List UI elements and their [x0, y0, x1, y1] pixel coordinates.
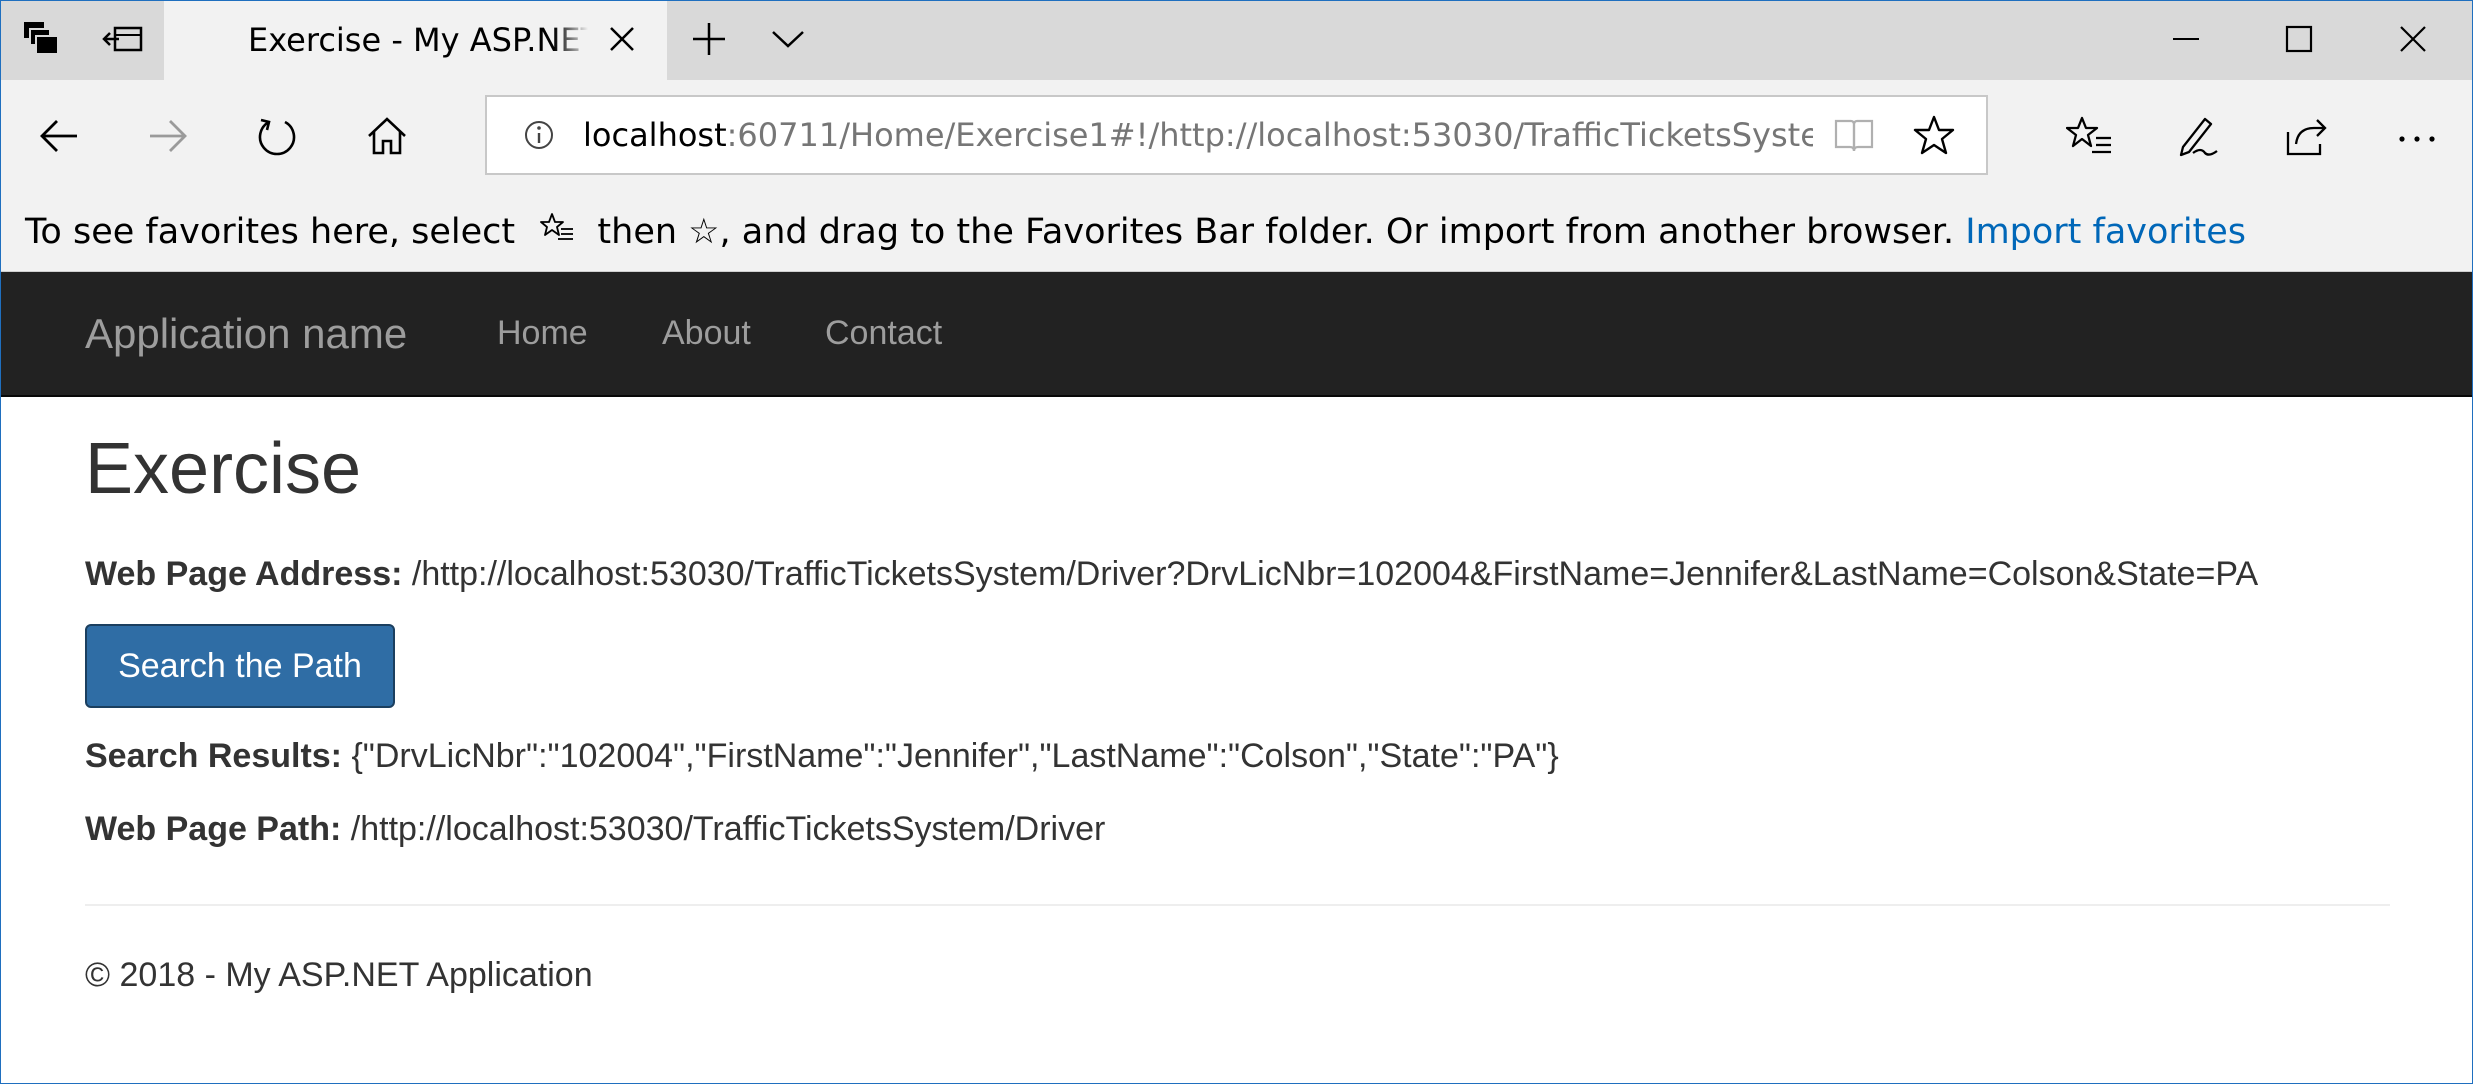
maximize-icon	[2284, 24, 2314, 58]
import-favorites-link[interactable]: Import favorites	[1965, 212, 2246, 252]
share-button[interactable]	[2277, 108, 2337, 168]
forward-icon	[146, 116, 190, 160]
home-icon	[365, 114, 409, 162]
tab-list-icon	[21, 19, 61, 63]
site-brand[interactable]: Application name	[85, 272, 407, 395]
refresh-button[interactable]	[247, 108, 307, 168]
url-path: :60711/Home/Exercise1#!/http://localhost…	[726, 116, 1813, 154]
web-page-path-label: Web Page Path:	[85, 810, 342, 848]
search-results-value: {"DrvLicNbr":"102004","FirstName":"Jenni…	[351, 737, 1559, 775]
favorites-inline-icon	[540, 194, 574, 272]
back-button[interactable]	[29, 108, 89, 168]
site-navbar: Application name Home About Contact	[1, 272, 2472, 397]
favorite-star-icon[interactable]	[1913, 114, 1955, 160]
more-button[interactable]	[2387, 108, 2447, 168]
notes-button[interactable]	[2168, 108, 2228, 168]
tab-preview-button[interactable]	[767, 20, 809, 62]
page-title: Exercise	[85, 429, 362, 509]
nav-contact-link[interactable]: Contact	[825, 272, 942, 395]
share-icon	[2284, 114, 2330, 162]
web-page-address-label: Web Page Address:	[85, 555, 403, 593]
maximize-button[interactable]	[2244, 1, 2354, 80]
nav-home-link[interactable]: Home	[497, 272, 588, 395]
home-button[interactable]	[357, 108, 417, 168]
set-aside-tabs-button[interactable]	[83, 1, 163, 80]
nav-about-link[interactable]: About	[662, 272, 751, 395]
reading-view-icon[interactable]	[1833, 115, 1875, 159]
address-bar[interactable]: localhost:60711/Home/Exercise1#!/http://…	[485, 95, 1988, 175]
minimize-icon	[2171, 24, 2201, 58]
new-tab-button[interactable]	[688, 20, 730, 62]
forward-button[interactable]	[138, 108, 198, 168]
tab-strip: Exercise - My ASP.NET Application	[1, 1, 2472, 80]
favorites-hub-icon	[2065, 114, 2112, 162]
tab-title: Exercise - My ASP.NET Application	[248, 21, 588, 59]
browser-toolbar: localhost:60711/Home/Exercise1#!/http://…	[1, 80, 2472, 193]
close-window-icon	[2398, 24, 2428, 58]
favorites-hint-before: To see favorites here, select	[25, 212, 516, 252]
search-results-label: Search Results:	[85, 737, 342, 775]
url-host: localhost	[583, 116, 727, 154]
refresh-icon	[255, 114, 299, 162]
new-tab-icon	[691, 21, 727, 61]
search-path-button[interactable]: Search the Path	[85, 624, 395, 708]
favorites-bar-message: To see favorites here, select then ☆, an…	[25, 193, 2246, 271]
web-page-path-value: /http://localhost:53030/TrafficTicketsSy…	[350, 810, 1106, 848]
favorites-hub-button[interactable]	[2059, 108, 2119, 168]
close-tab-icon	[607, 24, 637, 58]
address-text[interactable]: localhost:60711/Home/Exercise1#!/http://…	[583, 97, 1813, 173]
minimize-button[interactable]	[2131, 1, 2241, 80]
web-page-address-row: Web Page Address: /http://localhost:5303…	[85, 554, 2258, 594]
favorites-bar: To see favorites here, select then ☆, an…	[1, 193, 2472, 272]
close-window-button[interactable]	[2358, 1, 2468, 80]
pen-notes-icon	[2175, 113, 2221, 163]
footer-copyright: © 2018 - My ASP.NET Application	[85, 956, 593, 994]
set-aside-tabs-icon	[101, 19, 145, 63]
site-info-icon[interactable]	[523, 119, 555, 155]
more-icon	[2397, 129, 2437, 148]
footer-divider	[85, 904, 2390, 906]
favorites-hint-after: then ☆, and drag to the Favorites Bar fo…	[597, 212, 1955, 252]
search-results-row: Search Results: {"DrvLicNbr":"102004","F…	[85, 736, 1559, 776]
close-tab-button[interactable]	[602, 21, 642, 61]
browser-window: Exercise - My ASP.NET Application	[0, 0, 2473, 1084]
back-icon	[37, 116, 81, 160]
tab-list-button[interactable]	[1, 1, 81, 80]
web-page-address-value: /http://localhost:53030/TrafficTicketsSy…	[411, 555, 2259, 593]
tab-active[interactable]: Exercise - My ASP.NET Application	[164, 1, 667, 80]
tab-title-fade	[554, 11, 588, 71]
web-page-path-row: Web Page Path: /http://localhost:53030/T…	[85, 809, 1105, 849]
tab-preview-chevron-icon	[770, 27, 806, 55]
